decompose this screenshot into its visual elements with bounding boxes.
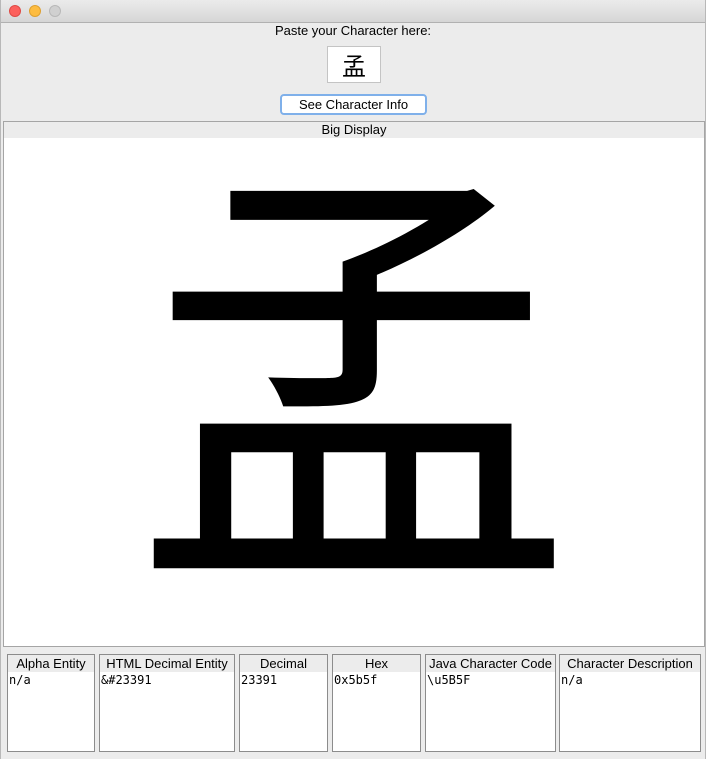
character-description-header: Character Description <box>560 655 700 672</box>
hex-box: Hex 0x5b5f <box>332 654 421 752</box>
hex-value[interactable]: 0x5b5f <box>333 672 420 688</box>
html-decimal-entity-box: HTML Decimal Entity &#23391 <box>99 654 235 752</box>
app-window: Paste your Character here: See Character… <box>0 0 706 759</box>
character-input[interactable] <box>327 46 381 83</box>
zoom-window-button[interactable] <box>49 5 61 17</box>
html-decimal-entity-value[interactable]: &#23391 <box>100 672 234 688</box>
alpha-entity-value[interactable]: n/a <box>8 672 94 688</box>
character-description-value[interactable]: n/a <box>560 672 700 688</box>
java-character-code-header: Java Character Code <box>426 655 555 672</box>
character-description-box: Character Description n/a <box>559 654 701 752</box>
alpha-entity-box: Alpha Entity n/a <box>7 654 95 752</box>
decimal-header: Decimal <box>240 655 327 672</box>
alpha-entity-header: Alpha Entity <box>8 655 94 672</box>
decimal-box: Decimal 23391 <box>239 654 328 752</box>
big-display-header: Big Display <box>4 122 704 138</box>
paste-prompt-label: Paste your Character here: <box>274 23 432 38</box>
big-display-panel: Big Display 孟 <box>3 121 705 647</box>
hex-header: Hex <box>333 655 420 672</box>
java-character-code-box: Java Character Code \u5B5F <box>425 654 556 752</box>
big-display-character: 孟 <box>134 136 574 649</box>
java-character-code-value[interactable]: \u5B5F <box>426 672 555 688</box>
title-bar <box>1 0 705 23</box>
close-window-button[interactable] <box>9 5 21 17</box>
minimize-window-button[interactable] <box>29 5 41 17</box>
see-character-info-button[interactable]: See Character Info <box>280 94 427 115</box>
decimal-value[interactable]: 23391 <box>240 672 327 688</box>
html-decimal-entity-header: HTML Decimal Entity <box>100 655 234 672</box>
